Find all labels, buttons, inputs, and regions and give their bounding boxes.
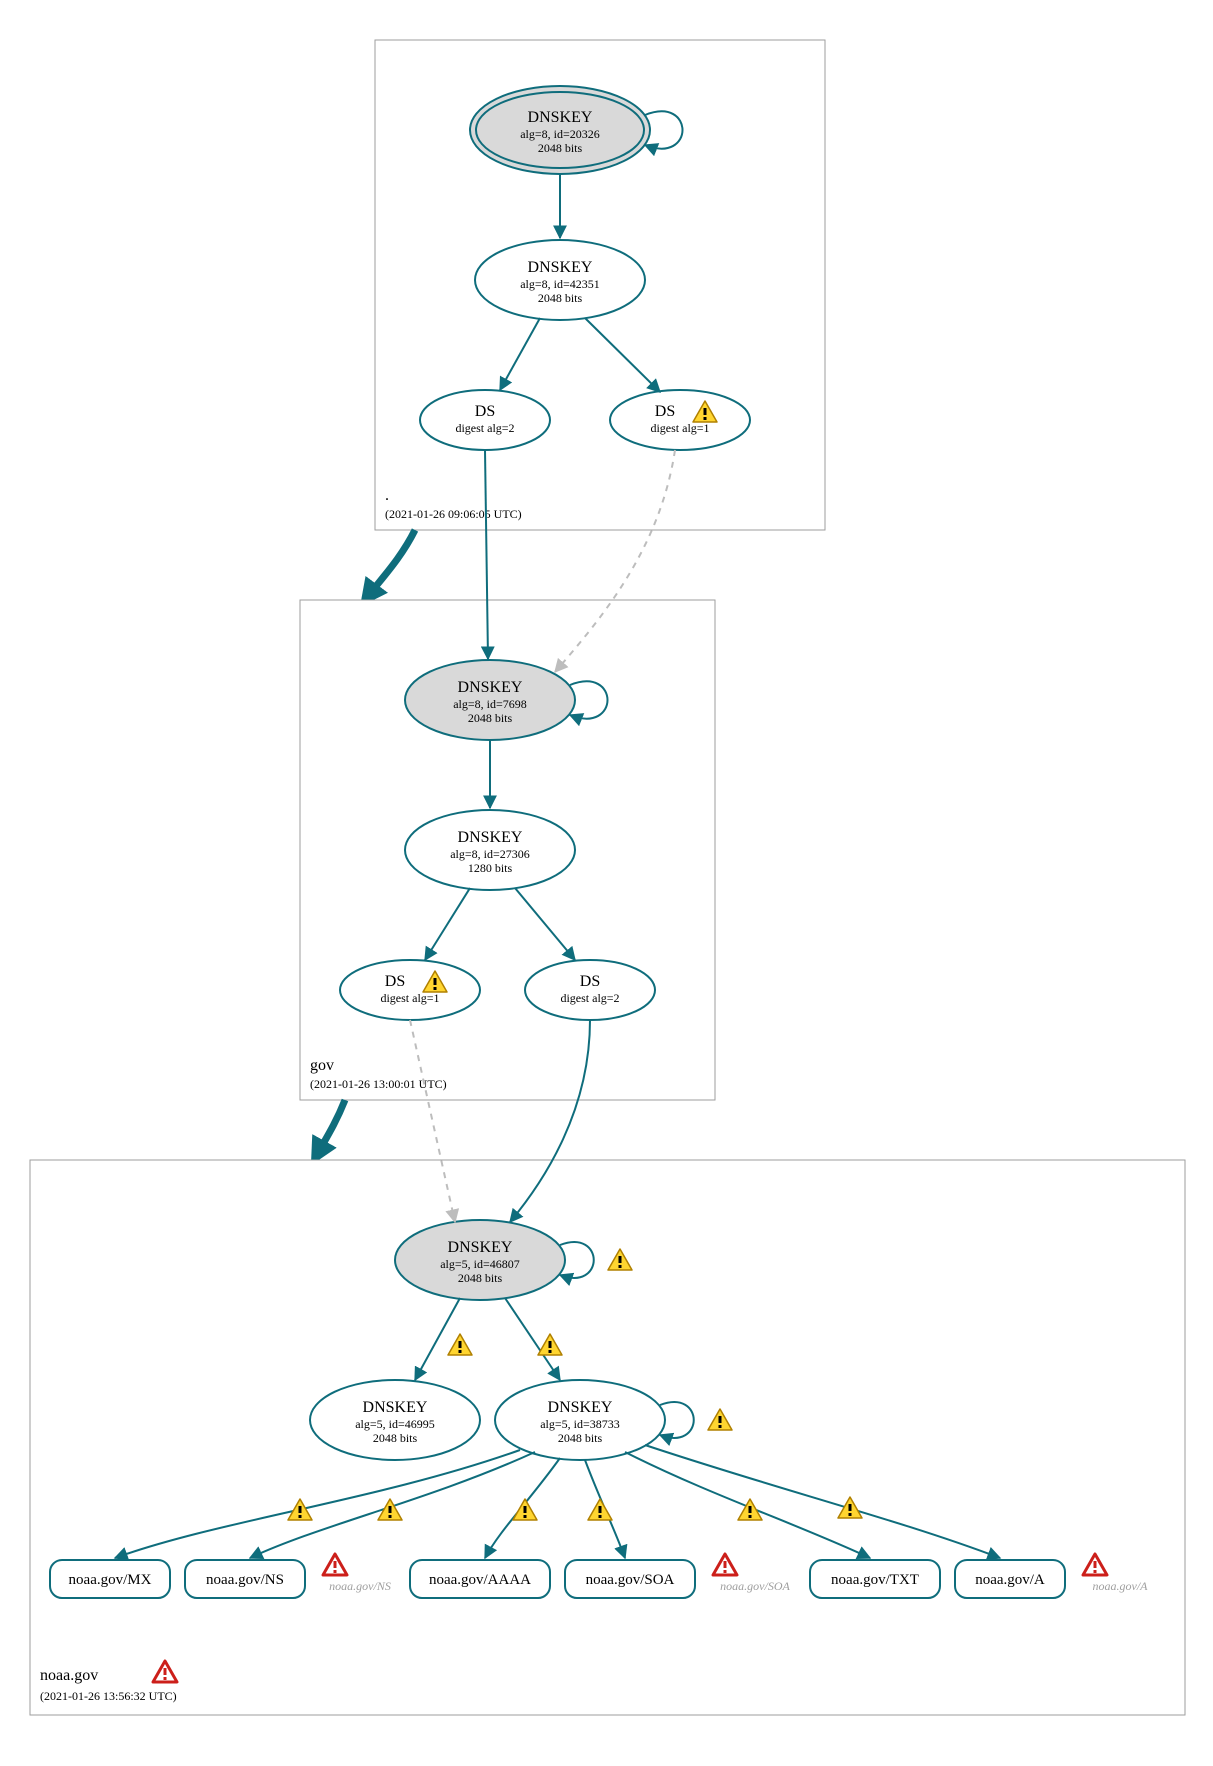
- zone-gov: gov (2021-01-26 13:00:01 UTC) DNSKEY alg…: [300, 450, 715, 1100]
- svg-text:alg=5, id=46995: alg=5, id=46995: [355, 1417, 435, 1431]
- svg-text:DNSKEY: DNSKEY: [458, 829, 523, 846]
- svg-text:DNSKEY: DNSKEY: [448, 1239, 513, 1256]
- leaf-soa: noaa.gov/SOA: [565, 1560, 695, 1598]
- svg-text:noaa.gov/MX: noaa.gov/MX: [69, 1572, 152, 1588]
- zone-gov-ts: (2021-01-26 13:00:01 UTC): [310, 1077, 447, 1091]
- node-root-ds1: DS digest alg=1: [610, 390, 750, 450]
- svg-text:noaa.gov/AAAA: noaa.gov/AAAA: [429, 1572, 531, 1588]
- leaf-ns: noaa.gov/NS: [185, 1560, 305, 1598]
- node-gov-ds1: DS digest alg=1: [340, 960, 480, 1020]
- svg-text:DS: DS: [580, 973, 600, 990]
- zone-noaa: noaa.gov (2021-01-26 13:56:32 UTC) DNSKE…: [30, 1020, 1185, 1715]
- svg-text:noaa.gov/NS: noaa.gov/NS: [206, 1572, 284, 1588]
- node-noaa-zsk1: DNSKEY alg=5, id=46995 2048 bits: [310, 1380, 480, 1460]
- svg-text:noaa.gov/SOA: noaa.gov/SOA: [720, 1579, 790, 1593]
- zone-root-ts: (2021-01-26 09:06:05 UTC): [385, 507, 522, 521]
- node-gov-ds2: DS digest alg=2: [525, 960, 655, 1020]
- leaf-mx: noaa.gov/MX: [50, 1560, 170, 1598]
- svg-text:noaa.gov/SOA: noaa.gov/SOA: [586, 1572, 675, 1588]
- zone-noaa-ts: (2021-01-26 13:56:32 UTC): [40, 1689, 177, 1703]
- svg-text:1280 bits: 1280 bits: [468, 861, 513, 875]
- svg-text:2048 bits: 2048 bits: [468, 711, 513, 725]
- delegation-arrow-root-gov: [365, 530, 415, 600]
- svg-text:noaa.gov/A: noaa.gov/A: [975, 1572, 1045, 1588]
- svg-text:noaa.gov/TXT: noaa.gov/TXT: [831, 1572, 919, 1588]
- node-root-zsk: DNSKEY alg=8, id=42351 2048 bits: [475, 240, 645, 320]
- dnssec-diagram: . (2021-01-26 09:06:05 UTC) DNSKEY alg=8…: [0, 0, 1213, 1766]
- svg-text:2048 bits: 2048 bits: [558, 1431, 603, 1445]
- svg-text:DNSKEY: DNSKEY: [528, 259, 593, 276]
- svg-text:2048 bits: 2048 bits: [373, 1431, 418, 1445]
- leaf-txt: noaa.gov/TXT: [810, 1560, 940, 1598]
- svg-text:DNSKEY: DNSKEY: [363, 1399, 428, 1416]
- svg-text:alg=8, id=42351: alg=8, id=42351: [520, 277, 600, 291]
- svg-text:DNSKEY: DNSKEY: [458, 679, 523, 696]
- svg-text:alg=5, id=38733: alg=5, id=38733: [540, 1417, 620, 1431]
- svg-text:DNSKEY: DNSKEY: [548, 1399, 613, 1416]
- svg-text:DS: DS: [475, 403, 495, 420]
- svg-text:DNSKEY: DNSKEY: [528, 109, 593, 126]
- svg-text:DS: DS: [655, 403, 675, 420]
- zone-gov-name: gov: [310, 1057, 334, 1074]
- svg-text:2048 bits: 2048 bits: [538, 291, 583, 305]
- zone-root-name: .: [385, 487, 389, 504]
- zone-root: . (2021-01-26 09:06:05 UTC) DNSKEY alg=8…: [375, 40, 825, 530]
- node-root-ds2: DS digest alg=2: [420, 390, 550, 450]
- node-gov-zsk: DNSKEY alg=8, id=27306 1280 bits: [405, 810, 575, 890]
- svg-text:digest alg=2: digest alg=2: [455, 421, 514, 435]
- svg-text:alg=8, id=7698: alg=8, id=7698: [453, 697, 527, 711]
- svg-text:digest alg=1: digest alg=1: [380, 991, 439, 1005]
- zone-noaa-name: noaa.gov: [40, 1667, 98, 1684]
- svg-text:2048 bits: 2048 bits: [458, 1271, 503, 1285]
- leaf-aaaa: noaa.gov/AAAA: [410, 1560, 550, 1598]
- leaf-a: noaa.gov/A: [955, 1560, 1065, 1598]
- delegation-arrow-gov-noaa: [315, 1100, 345, 1158]
- svg-text:noaa.gov/NS: noaa.gov/NS: [329, 1579, 391, 1593]
- svg-text:DS: DS: [385, 973, 405, 990]
- svg-text:alg=8, id=27306: alg=8, id=27306: [450, 847, 530, 861]
- svg-text:alg=5, id=46807: alg=5, id=46807: [440, 1257, 520, 1271]
- svg-text:digest alg=2: digest alg=2: [560, 991, 619, 1005]
- svg-text:digest alg=1: digest alg=1: [650, 421, 709, 435]
- svg-text:2048 bits: 2048 bits: [538, 141, 583, 155]
- svg-text:alg=8, id=20326: alg=8, id=20326: [520, 127, 600, 141]
- svg-text:noaa.gov/A: noaa.gov/A: [1093, 1579, 1149, 1593]
